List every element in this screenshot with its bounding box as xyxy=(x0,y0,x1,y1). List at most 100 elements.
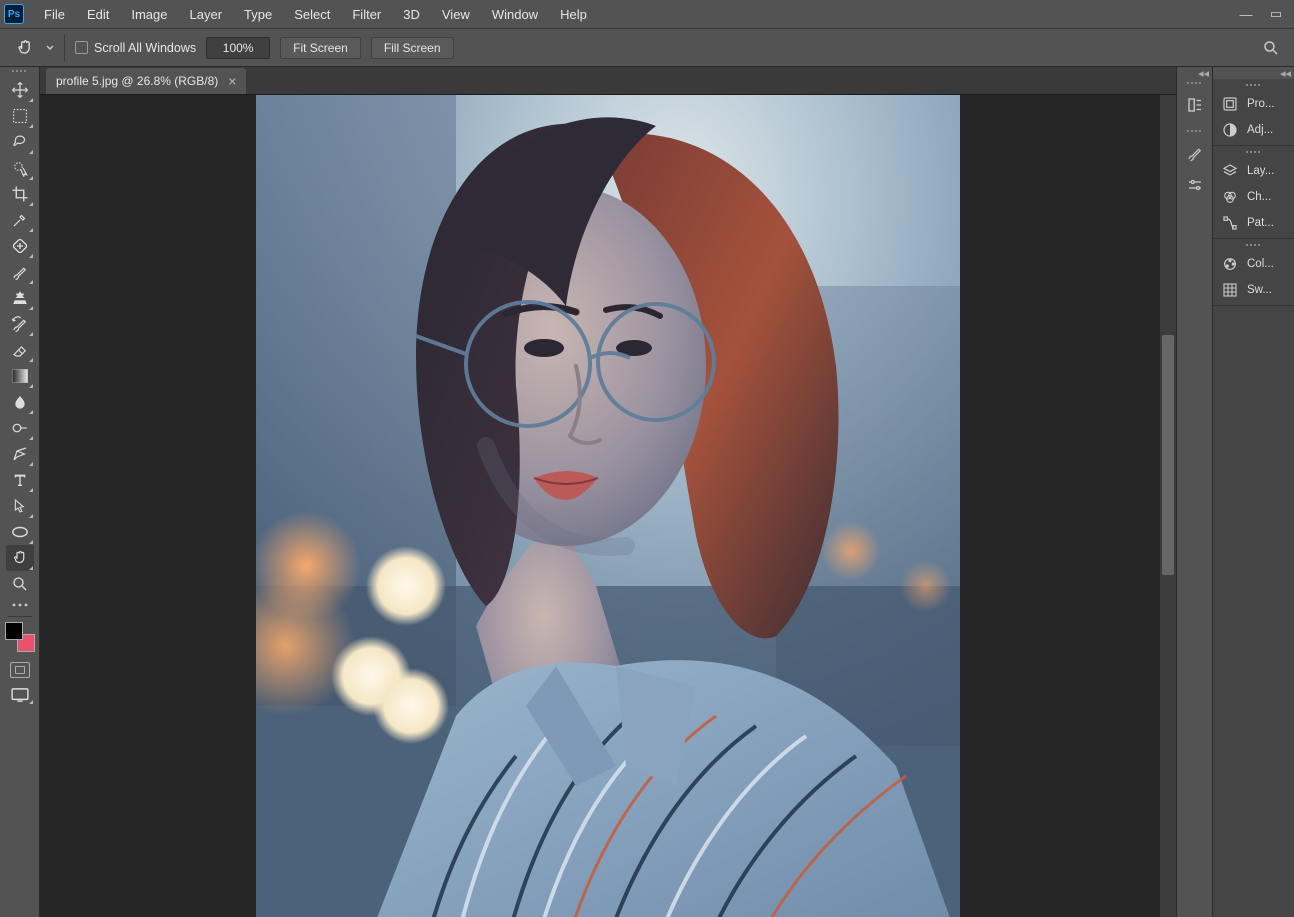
document-tab-title: profile 5.jpg @ 26.8% (RGB/8) xyxy=(56,74,218,88)
panel-label: Col... xyxy=(1247,258,1274,270)
properties-icon xyxy=(1221,95,1239,113)
toolbox-grip[interactable] xyxy=(12,67,28,77)
shape-tool[interactable] xyxy=(6,519,34,545)
adjustments-panel-tab[interactable]: Adj... xyxy=(1213,117,1294,143)
menu-3d[interactable]: 3D xyxy=(393,3,430,26)
tool-preset-dropdown-icon[interactable] xyxy=(46,44,54,52)
document-area: profile 5.jpg @ 26.8% (RGB/8) × xyxy=(40,67,1176,917)
blur-tool[interactable] xyxy=(6,389,34,415)
menu-help[interactable]: Help xyxy=(550,3,597,26)
menu-filter[interactable]: Filter xyxy=(342,3,391,26)
fit-screen-button[interactable]: Fit Screen xyxy=(280,37,361,59)
menu-image[interactable]: Image xyxy=(121,3,177,26)
layers-icon xyxy=(1221,162,1239,180)
document-image xyxy=(256,95,960,917)
panel-label: Ch... xyxy=(1247,191,1271,203)
current-tool-hand-icon[interactable] xyxy=(14,37,36,59)
color-panel-tab[interactable]: Col... xyxy=(1213,251,1294,277)
menu-layer[interactable]: Layer xyxy=(180,3,233,26)
quick-selection-tool[interactable] xyxy=(6,155,34,181)
quick-mask-toggle[interactable] xyxy=(10,662,30,678)
scrollbar-thumb[interactable] xyxy=(1162,335,1174,575)
canvas[interactable] xyxy=(40,95,1176,917)
close-tab-icon[interactable]: × xyxy=(228,74,236,88)
app-logo-icon: Ps xyxy=(4,4,24,24)
paths-icon xyxy=(1221,214,1239,232)
hand-tool[interactable] xyxy=(6,545,34,571)
separator xyxy=(8,616,32,617)
foreground-color-swatch[interactable] xyxy=(5,622,23,640)
menu-type[interactable]: Type xyxy=(234,3,282,26)
brush-settings-panel-icon[interactable] xyxy=(1181,171,1209,199)
workspace: profile 5.jpg @ 26.8% (RGB/8) × xyxy=(0,67,1294,917)
clone-stamp-tool[interactable] xyxy=(6,285,34,311)
panel-label: Pro... xyxy=(1247,98,1274,110)
menu-view[interactable]: View xyxy=(432,3,480,26)
crop-tool[interactable] xyxy=(6,181,34,207)
move-tool[interactable] xyxy=(6,77,34,103)
document-tab-strip: profile 5.jpg @ 26.8% (RGB/8) × xyxy=(40,67,1176,95)
menu-window[interactable]: Window xyxy=(482,3,548,26)
screen-mode-button[interactable] xyxy=(9,686,31,704)
dock-grip[interactable] xyxy=(1213,148,1294,158)
scroll-all-windows-checkbox[interactable]: Scroll All Windows xyxy=(75,41,196,55)
brush-tool[interactable] xyxy=(6,259,34,285)
eyedropper-tool[interactable] xyxy=(6,207,34,233)
menu-edit[interactable]: Edit xyxy=(77,3,119,26)
dock-grip[interactable] xyxy=(1213,241,1294,251)
vertical-scrollbar[interactable] xyxy=(1160,95,1176,917)
history-brush-tool[interactable] xyxy=(6,311,34,337)
channels-panel-tab[interactable]: Ch... xyxy=(1213,184,1294,210)
pen-tool[interactable] xyxy=(6,441,34,467)
type-tool[interactable] xyxy=(6,467,34,493)
fill-screen-button[interactable]: Fill Screen xyxy=(371,37,454,59)
healing-brush-tool[interactable] xyxy=(6,233,34,259)
window-restore-button[interactable]: ▭ xyxy=(1262,4,1290,24)
zoom-tool[interactable] xyxy=(6,571,34,597)
collapsed-panel-dock-right: ◂◂ Pro... Adj... Lay... Ch... xyxy=(1212,67,1294,917)
edit-toolbar-button[interactable] xyxy=(6,597,34,613)
expand-dock-icon[interactable]: ◂◂ xyxy=(1213,67,1294,79)
document-tab[interactable]: profile 5.jpg @ 26.8% (RGB/8) × xyxy=(46,68,246,94)
scroll-all-windows-label: Scroll All Windows xyxy=(94,41,196,55)
panel-label: Adj... xyxy=(1247,124,1273,136)
dock-grip[interactable] xyxy=(1213,81,1294,91)
expand-dock-icon[interactable]: ◂◂ xyxy=(1177,67,1212,79)
zoom-level-field[interactable]: 100% xyxy=(206,37,270,59)
panel-group-2: Lay... Ch... Pat... xyxy=(1213,146,1294,239)
eraser-tool[interactable] xyxy=(6,337,34,363)
gradient-tool[interactable] xyxy=(6,363,34,389)
dodge-tool[interactable] xyxy=(6,415,34,441)
layers-panel-tab[interactable]: Lay... xyxy=(1213,158,1294,184)
window-minimize-button[interactable]: — xyxy=(1232,4,1260,24)
separator xyxy=(64,35,65,61)
channels-icon xyxy=(1221,188,1239,206)
menu-bar: Ps File Edit Image Layer Type Select Fil… xyxy=(0,0,1294,29)
menu-file[interactable]: File xyxy=(34,3,75,26)
search-icon[interactable] xyxy=(1262,39,1280,57)
lasso-tool[interactable] xyxy=(6,129,34,155)
dock-grip[interactable] xyxy=(1177,127,1212,137)
swatches-panel-tab[interactable]: Sw... xyxy=(1213,277,1294,303)
panel-group-3: Col... Sw... xyxy=(1213,239,1294,306)
dock-grip[interactable] xyxy=(1177,79,1212,89)
panel-group-1: Pro... Adj... xyxy=(1213,79,1294,146)
window-controls: — ▭ xyxy=(1232,4,1290,24)
panel-label: Lay... xyxy=(1247,165,1274,177)
options-bar: Scroll All Windows 100% Fit Screen Fill … xyxy=(0,29,1294,67)
panel-label: Pat... xyxy=(1247,217,1274,229)
properties-panel-tab[interactable]: Pro... xyxy=(1213,91,1294,117)
color-swatches[interactable] xyxy=(5,622,35,652)
collapsed-panel-dock-left: ◂◂ xyxy=(1176,67,1212,917)
brushes-panel-icon[interactable] xyxy=(1181,139,1209,167)
swatches-icon xyxy=(1221,281,1239,299)
paths-panel-tab[interactable]: Pat... xyxy=(1213,210,1294,236)
panel-label: Sw... xyxy=(1247,284,1272,296)
menu-select[interactable]: Select xyxy=(284,3,340,26)
adjustments-icon xyxy=(1221,121,1239,139)
color-icon xyxy=(1221,255,1239,273)
path-selection-tool[interactable] xyxy=(6,493,34,519)
toolbox xyxy=(0,67,40,917)
history-panel-icon[interactable] xyxy=(1181,91,1209,119)
marquee-tool[interactable] xyxy=(6,103,34,129)
